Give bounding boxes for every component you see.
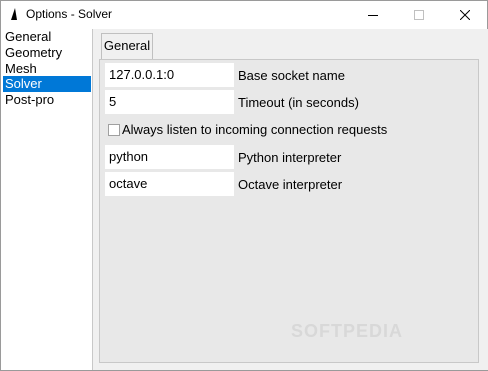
close-button[interactable] — [442, 1, 488, 29]
options-window: Options - Solver General Geometry Mesh S… — [0, 0, 488, 371]
sidebar-item-general[interactable]: General — [3, 29, 91, 45]
window-title: Options - Solver — [26, 7, 113, 21]
minimize-button[interactable] — [350, 1, 396, 29]
tab-general[interactable]: General — [101, 33, 153, 59]
tab-body: Base socket name Timeout (in seconds) Al… — [99, 59, 479, 363]
gmsh-icon — [11, 8, 17, 20]
minimize-icon — [368, 15, 378, 16]
timeout-input[interactable] — [105, 90, 234, 114]
sidebar-item-post-pro[interactable]: Post-pro — [3, 92, 91, 108]
title-bar[interactable]: Options - Solver — [1, 1, 487, 29]
python-interpreter-input[interactable] — [105, 145, 234, 169]
sidebar-item-mesh[interactable]: Mesh — [3, 61, 91, 77]
python-interpreter-label: Python interpreter — [238, 150, 342, 165]
category-list: General Geometry Mesh Solver Post-pro — [1, 29, 91, 370]
socket-name-label: Base socket name — [238, 68, 345, 83]
octave-interpreter-input[interactable] — [105, 172, 234, 196]
close-icon — [460, 10, 470, 20]
maximize-icon — [414, 10, 424, 20]
maximize-button[interactable] — [396, 1, 442, 29]
listen-checkbox[interactable] — [108, 124, 120, 136]
socket-name-input[interactable] — [105, 63, 234, 87]
timeout-label: Timeout (in seconds) — [238, 95, 359, 110]
sidebar-item-solver[interactable]: Solver — [3, 76, 91, 92]
softpedia-watermark: SOFTPEDIA — [291, 321, 404, 341]
octave-interpreter-label: Octave interpreter — [238, 177, 343, 192]
sidebar-item-geometry[interactable]: Geometry — [3, 45, 91, 61]
options-panel: General Base socket name Timeout (in sec… — [92, 29, 488, 370]
listen-label[interactable]: Always listen to incoming connection req… — [122, 122, 387, 138]
